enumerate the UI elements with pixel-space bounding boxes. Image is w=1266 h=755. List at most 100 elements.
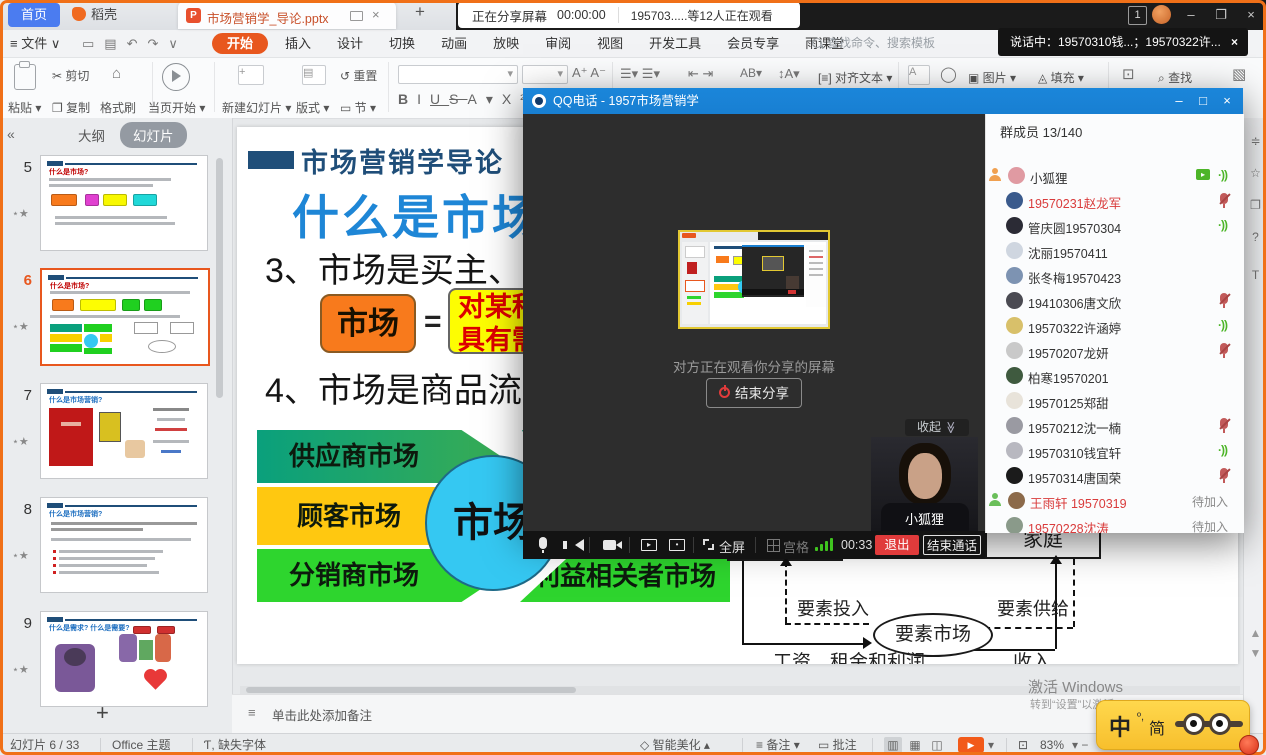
microphone-icon[interactable] [539, 537, 547, 549]
shapes-icon[interactable]: ◯ [940, 65, 957, 83]
normal-view-button[interactable]: ▥ [884, 737, 902, 753]
copy-button[interactable]: ❐ 复制 [52, 99, 90, 116]
textbox-icon[interactable]: A [908, 65, 930, 85]
collapse-video-button[interactable]: 收起 ≫ [905, 419, 969, 436]
picture-button[interactable]: ▣ 图片 ▾ [968, 69, 1016, 86]
help-icon[interactable]: ? [1244, 230, 1266, 244]
new-slide-button[interactable]: 新建幻灯片 ▾ [222, 99, 291, 116]
window-badge[interactable]: 1 [1128, 6, 1147, 25]
new-tab-button[interactable]: + [415, 2, 425, 22]
menu-tab-2[interactable]: 插入 [272, 30, 324, 57]
account-avatar[interactable] [1152, 5, 1171, 24]
missing-font-warning[interactable]: Ƭ, 缺失字体 [204, 734, 266, 755]
menu-tab-5[interactable]: 动画 [428, 30, 480, 57]
font-format-buttons[interactable]: BIUSA▾X² [398, 91, 534, 108]
end-share-button[interactable]: 结束分享 [706, 378, 802, 408]
text-tool-icon[interactable]: T [1244, 268, 1266, 282]
properties-icon[interactable]: ≑ [1244, 134, 1266, 148]
sidebar-scrollbar[interactable] [216, 158, 223, 398]
font-name-select[interactable]: ▾ [398, 65, 518, 84]
qq-maximize-button[interactable]: □ [1191, 88, 1215, 114]
menu-tab-10[interactable]: 会员专享 [714, 30, 792, 57]
slideshow-button[interactable]: ▶ [958, 737, 984, 753]
menu-tab-3[interactable]: 设计 [324, 30, 376, 57]
format-painter-button[interactable]: 格式刷 [100, 99, 136, 116]
grid-view-icon[interactable] [767, 539, 780, 552]
minimize-button[interactable]: – [1176, 0, 1206, 30]
tab-slides[interactable]: 幻灯片 [120, 122, 187, 148]
animation-star-icon[interactable]: ☆ [1244, 166, 1266, 180]
tab-outline[interactable]: 大纲 [78, 125, 105, 145]
menu-tab-4[interactable]: 切换 [376, 30, 428, 57]
member-row[interactable]: 19410306唐文欣 [986, 289, 1244, 314]
ime-popup[interactable]: 中 º, 简 [1096, 700, 1250, 750]
member-row[interactable]: 管庆圆19570304·)) [986, 214, 1244, 239]
text-direction-icon[interactable]: AB▾ [740, 66, 762, 80]
menu-tab-7[interactable]: 审阅 [532, 30, 584, 57]
sorter-view-button[interactable]: ▦ [906, 737, 924, 753]
zoom-level[interactable]: 83% [1040, 734, 1064, 755]
menu-tab-1[interactable]: 开始 [212, 33, 268, 54]
fullscreen-label[interactable]: 全屏 [719, 537, 745, 556]
fill-button[interactable]: ◬ 填充 ▾ [1038, 69, 1084, 86]
member-row[interactable]: 19570314唐国荣 [986, 464, 1244, 489]
member-row[interactable]: 19570207龙妍 [986, 339, 1244, 364]
self-video-thumbnail[interactable]: 小狐狸 [871, 437, 978, 531]
layout-button[interactable]: 版式 ▾ [296, 99, 329, 116]
screen-share-icon[interactable]: ▸ [641, 539, 657, 551]
reading-view-button[interactable]: ◫ [928, 737, 946, 753]
section-button[interactable]: ▭ 节 ▾ [340, 99, 376, 116]
beautify-button[interactable]: ◇ 智能美化 ▴ [640, 734, 710, 755]
indent-icons[interactable]: ⇤ ⇥ [688, 66, 713, 82]
bullet-list-icon[interactable]: ☰▾ ☰▾ [620, 66, 660, 82]
whiteboard-icon[interactable]: • [669, 539, 685, 551]
add-slide-button[interactable]: + [96, 700, 109, 726]
theme-label[interactable]: Office 主题 [112, 734, 170, 755]
scrollbar-thumb[interactable] [246, 687, 576, 693]
maximize-button[interactable]: ❐ [1206, 0, 1236, 30]
exit-button[interactable]: 退出 [875, 535, 919, 555]
member-row[interactable]: 19570310钱宜轩·)) [986, 439, 1244, 464]
tab-docer[interactable]: 稻壳 [72, 3, 117, 27]
qq-close-button[interactable]: × [1215, 88, 1239, 114]
member-row[interactable]: 19570228沈涛待加入 [986, 514, 1244, 533]
present-monitor-icon[interactable]: ⊡ [1122, 65, 1135, 83]
member-row[interactable]: 沈丽19570411 [986, 239, 1244, 264]
close-button[interactable]: × [1236, 0, 1266, 30]
font-grow-shrink[interactable]: A⁺ A⁻ [572, 65, 606, 81]
qq-titlebar[interactable]: QQ电话 - 1957市场营销学 – □ × [523, 88, 1243, 114]
camera-icon[interactable] [603, 540, 616, 550]
selection-pane-icon[interactable]: ▧ [1232, 65, 1246, 83]
menu-tab-6[interactable]: 放映 [480, 30, 532, 57]
tab-home[interactable]: 首页 [8, 3, 60, 27]
font-size-select[interactable]: ▾ [522, 65, 568, 84]
find-button[interactable]: ⌕ 查找 [1158, 69, 1192, 86]
member-row[interactable]: 柏寒19570201 [986, 364, 1244, 389]
member-row[interactable]: 19570212沈一楠 [986, 414, 1244, 439]
toast-close-icon[interactable]: × [1231, 28, 1238, 56]
member-row[interactable]: 王雨轩 19570319待加入 [986, 489, 1244, 514]
fit-zoom-icon[interactable]: ⊡ [1018, 734, 1028, 755]
collapse-panel-button[interactable]: « [7, 126, 15, 142]
member-row[interactable]: 19570231赵龙军 [986, 189, 1244, 214]
notes-toggle-button[interactable]: ≡ 备注 ▾ [756, 734, 800, 755]
paste-button[interactable]: 粘贴 ▾ [8, 99, 41, 116]
next-slide-arrow[interactable]: ▼ [1244, 646, 1266, 660]
line-spacing-icon[interactable]: ↕A▾ [778, 66, 800, 82]
quick-access-toolbar[interactable]: ▭▤↶↷∨ [82, 30, 188, 57]
member-row[interactable]: 张冬梅19570423 [986, 264, 1244, 289]
clipboard-icon[interactable]: ❐ [1244, 198, 1266, 212]
cut-button[interactable]: ✂ 剪切 [52, 67, 89, 84]
slide-thumbnail-9[interactable]: 什么是需求? 什么是需要? [40, 611, 208, 707]
slide-thumbnail-7[interactable]: 什么是市场营销? [40, 383, 208, 479]
tab-document[interactable]: P 市场营销学_导论.pptx × [178, 2, 396, 29]
qq-call-window[interactable]: QQ电话 - 1957市场营销学 – □ × [523, 88, 1243, 533]
align-text-button[interactable]: [≡] 对齐文本 ▾ [818, 69, 892, 86]
member-row[interactable]: 19570322许涵婷·)) [986, 314, 1244, 339]
menu-tab-8[interactable]: 视图 [584, 30, 636, 57]
reset-button[interactable]: ↺ 重置 [340, 67, 377, 84]
qq-minimize-button[interactable]: – [1167, 88, 1191, 114]
slide-thumbnail-5[interactable]: 什么是市场? [40, 155, 208, 251]
speaker-icon[interactable] [575, 539, 584, 551]
menu-tab-9[interactable]: 开发工具 [636, 30, 714, 57]
